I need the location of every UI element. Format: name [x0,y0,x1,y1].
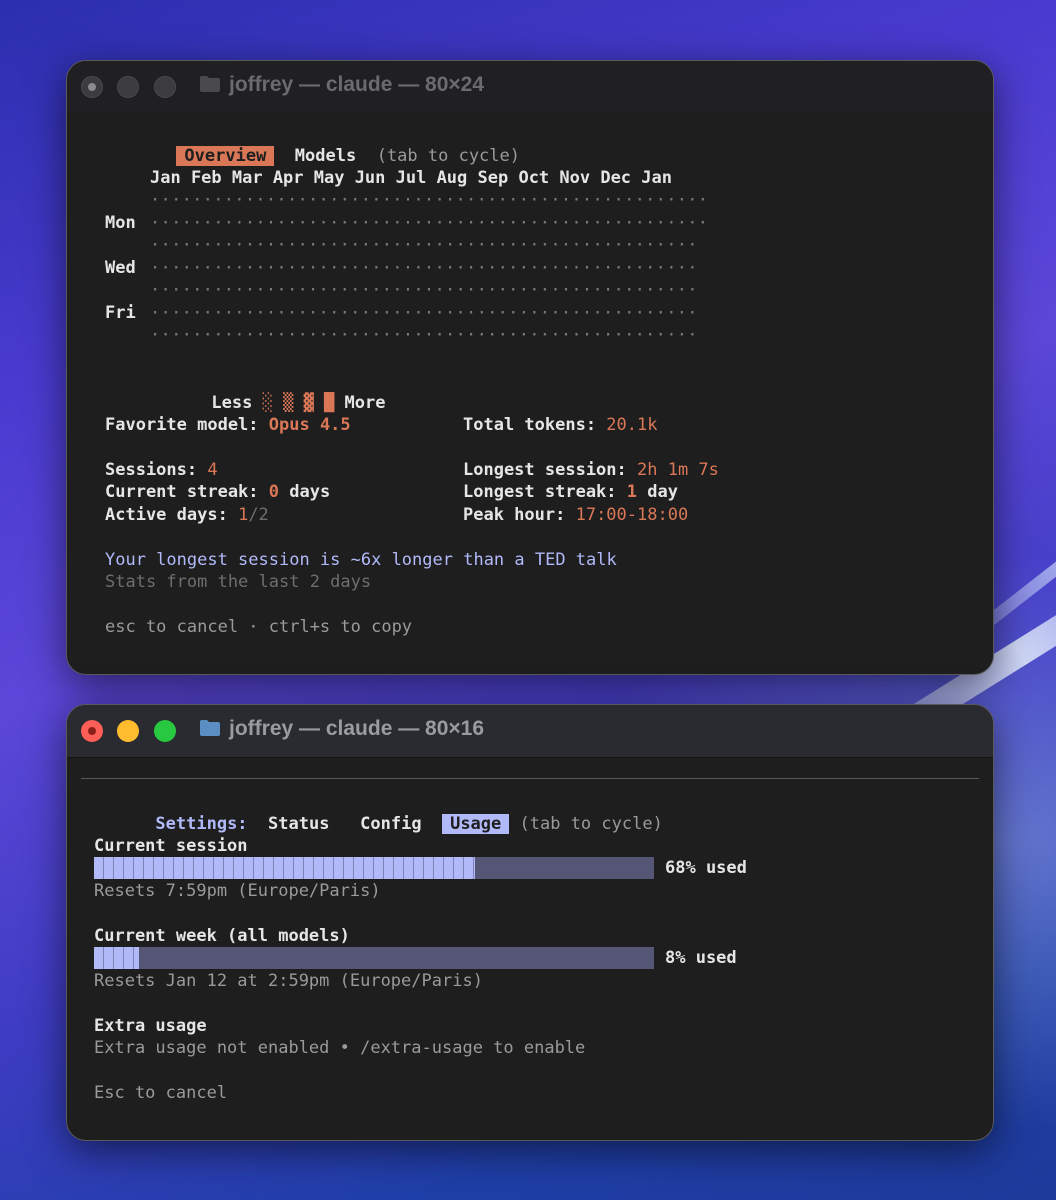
current-week-bar-fill [94,947,139,969]
day-label-mon: Mon [105,213,136,233]
close-button[interactable] [81,76,103,98]
stats-range: Stats from the last 2 days [105,572,372,592]
tab-overview[interactable]: Overview [176,145,275,166]
current-session-resets: Resets 7:59pm (Europe/Paris) [94,881,381,901]
current-week-title: Current week (all models) [94,926,350,946]
extra-usage-status: Extra usage not enabled • /extra-usage t… [94,1038,586,1058]
stat-active-days: Active days: 1/2 [105,505,269,525]
tab-config[interactable]: Config [360,814,421,834]
tab-status[interactable]: Status [268,814,329,834]
tab-models[interactable]: Models [295,146,356,166]
terminal-content: Settings: Status Config Usage (tab to cy… [94,790,974,1120]
legend-more: More [344,392,386,413]
stat-peak-hour: Peak hour: 17:00-18:00 [463,505,689,525]
current-week-resets: Resets Jan 12 at 2:59pm (Europe/Paris) [94,971,483,991]
tab-usage[interactable]: Usage [442,813,510,834]
heatmap-row: ········································… [150,235,698,255]
month-labels: Jan Feb Mar Apr May Jun Jul Aug Sep Oct … [150,168,672,188]
terminal-content: Overview Models (tab to cycle) Jan Feb M… [105,122,965,662]
stat-favorite-model: Favorite model: Opus 4.5 [105,415,351,435]
legend-shades: ░ ▒ ▓ █ [262,392,335,413]
stat-longest-streak: Longest streak: 1 day [463,482,678,502]
current-session-used: 68% used [665,858,747,878]
stat-current-streak: Current streak: 0 days [105,482,331,502]
heatmap-legend: Less ░ ▒ ▓ █ More [150,369,385,413]
extra-usage-title: Extra usage [94,1016,207,1036]
heatmap-row: ········································… [150,325,698,345]
heatmap-row: ········································… [150,213,709,233]
fun-fact: Your longest session is ~6x longer than … [105,550,617,570]
stat-sessions: Sessions: 4 [105,460,218,480]
stat-longest-session: Longest session: 2h 1m 7s [463,460,719,480]
footer-hint: esc to cancel · ctrl+s to copy [105,617,413,637]
window-title: joffrey — claude — 80×16 [229,717,485,740]
heatmap-row: ········································… [150,280,698,300]
window-title: joffrey — claude — 80×24 [229,73,485,96]
current-session-title: Current session [94,836,248,856]
current-week-bar [94,947,654,969]
settings-label: Settings: [155,813,248,834]
title-bar[interactable]: joffrey — claude — 80×16 [67,705,993,758]
tab-hint: (tab to cycle) [376,145,520,166]
close-button[interactable] [81,720,103,742]
folder-icon [200,720,220,736]
zoom-button[interactable] [154,720,176,742]
legend-less: Less [211,392,253,413]
divider [81,778,979,779]
heatmap-row: ········································… [150,190,709,210]
footer-hint: Esc to cancel [94,1083,228,1103]
day-label-wed: Wed [105,258,136,278]
terminal-window-stats[interactable]: joffrey — claude — 80×24 Overview Models… [66,60,994,675]
day-label-fri: Fri [105,303,136,323]
terminal-window-usage[interactable]: joffrey — claude — 80×16 Settings: Statu… [66,704,994,1141]
stat-total-tokens: Total tokens: 20.1k [463,415,658,435]
minimize-button[interactable] [117,76,139,98]
tab-hint: (tab to cycle) [519,813,663,834]
current-session-bar [94,857,654,879]
heatmap-row: ········································… [150,258,698,278]
folder-icon [200,76,220,92]
title-bar[interactable]: joffrey — claude — 80×24 [67,61,993,113]
minimize-button[interactable] [117,720,139,742]
current-week-used: 8% used [665,948,737,968]
current-session-bar-fill [94,857,475,879]
heatmap-row: ········································… [150,303,698,323]
zoom-button[interactable] [154,76,176,98]
